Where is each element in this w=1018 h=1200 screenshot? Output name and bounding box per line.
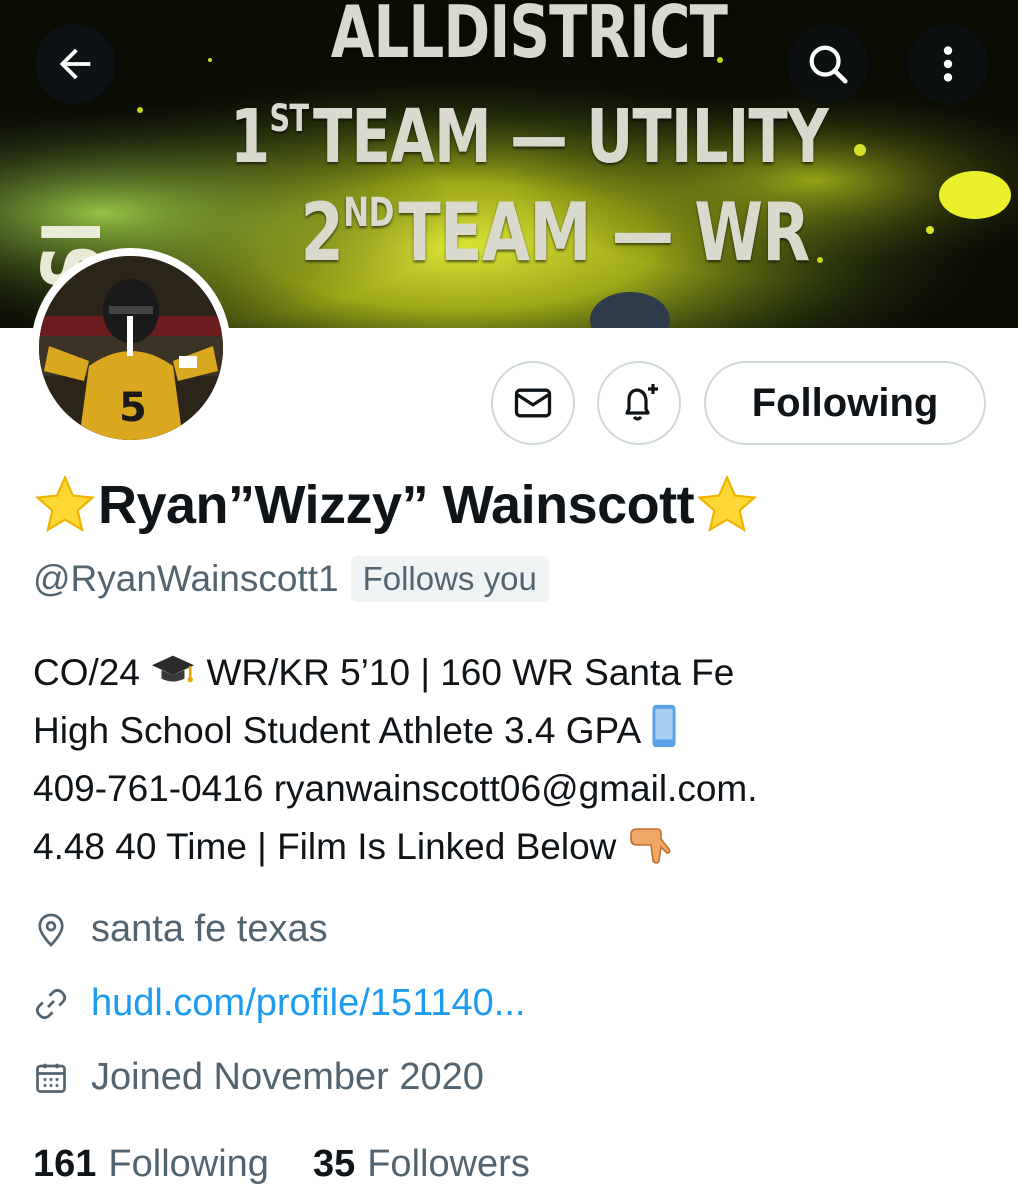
- website-row[interactable]: hudl.com/profile/151140...: [33, 982, 525, 1025]
- mobile-phone-emoji-icon: [652, 704, 676, 748]
- message-button[interactable]: [491, 361, 575, 445]
- bio-line-3: 409-761-0416 ryanwainscott06@gmail.com.: [33, 768, 758, 809]
- back-button[interactable]: [35, 24, 115, 104]
- star-emoji-icon: [34, 474, 96, 533]
- avatar-image: 5: [39, 256, 223, 440]
- joined-date: Joined November 2020: [91, 1056, 484, 1098]
- followers-count-link[interactable]: 35 Followers: [313, 1143, 530, 1186]
- followers-count: 35: [312, 1143, 356, 1185]
- search-button[interactable]: [788, 24, 868, 104]
- location-pin-icon: [38, 913, 64, 947]
- bell-plus-icon: [625, 384, 658, 421]
- search-icon: [809, 45, 848, 84]
- envelope-icon: [514, 388, 552, 418]
- avatar[interactable]: 5: [31, 248, 231, 448]
- pointing-down-hand-emoji-icon: [629, 828, 671, 864]
- following-count-link[interactable]: 161 Following: [33, 1143, 269, 1186]
- bio-line-2: High School Student Athlete 3.4 GPA: [33, 702, 993, 760]
- follows-you-badge: Follows you: [350, 556, 549, 602]
- bio-line-4: 4.48 40 Time | Film Is Linked Below: [33, 818, 993, 876]
- star-emoji-icon: [696, 474, 758, 533]
- profile-bio: CO/24 WR/KR 5’10 | 160 WR Santa Fe High …: [33, 644, 993, 876]
- banner-line-3: 2NDTEAM — WR: [300, 186, 810, 279]
- link-icon: [35, 988, 67, 1019]
- followers-label: Followers: [367, 1143, 530, 1185]
- following-count: 161: [33, 1143, 97, 1185]
- svg-text:5: 5: [119, 385, 147, 431]
- more-vertical-icon: [943, 46, 953, 82]
- handle-row: @RyanWainscott1 Follows you: [33, 556, 549, 602]
- graduation-cap-emoji-icon: [152, 655, 195, 683]
- bio-line-1: CO/24 WR/KR 5’10 | 160 WR Santa Fe: [33, 652, 735, 693]
- follow-counts: 161 Following 35 Followers: [33, 1143, 530, 1186]
- website-link[interactable]: hudl.com/profile/151140...: [91, 982, 525, 1025]
- banner-line-2: 1STTEAM — UTILITY: [229, 94, 829, 180]
- more-options-button[interactable]: [908, 24, 988, 104]
- arrow-left-icon: [59, 48, 91, 80]
- location-row: santa fe texas: [33, 908, 328, 951]
- user-handle: @RyanWainscott1: [33, 558, 339, 599]
- location-text: santa fe texas: [91, 908, 328, 950]
- notifications-button[interactable]: [597, 361, 681, 445]
- following-label: Following: [108, 1143, 269, 1185]
- display-name-text: Ryan”Wizzy” Wainscott: [98, 475, 695, 535]
- following-button[interactable]: Following: [704, 361, 986, 445]
- joined-row: Joined November 2020: [33, 1056, 484, 1099]
- display-name: Ryan”Wizzy” Wainscott: [32, 472, 760, 538]
- calendar-icon: [36, 1063, 66, 1093]
